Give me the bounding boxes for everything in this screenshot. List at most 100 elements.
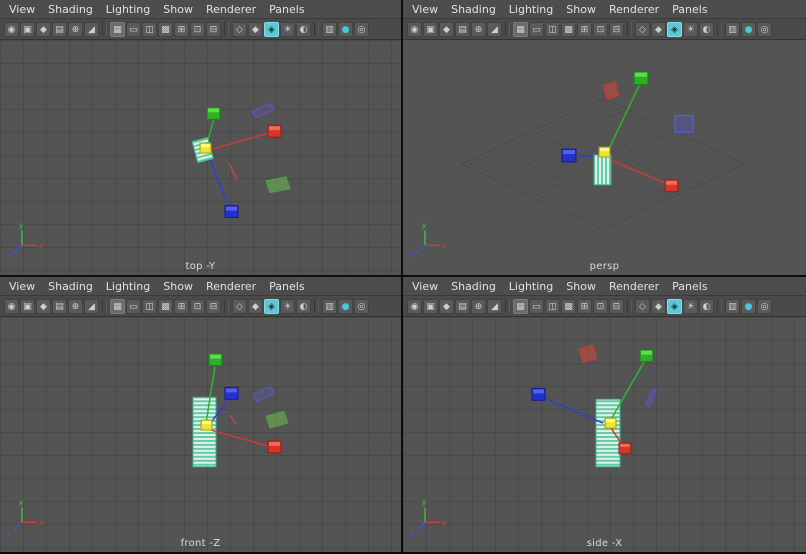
- menu-renderer[interactable]: Renderer: [609, 280, 659, 293]
- blue-cube[interactable]: [224, 386, 239, 400]
- lock-camera-icon[interactable]: ▣: [423, 21, 438, 37]
- isolate-select-icon[interactable]: ◎: [354, 298, 369, 314]
- safe-title-icon[interactable]: ⊟: [609, 21, 624, 37]
- green-connection-line[interactable]: [609, 358, 647, 422]
- default-material-icon[interactable]: ●: [741, 21, 756, 37]
- resolution-gate-icon[interactable]: ◫: [545, 21, 560, 37]
- grease-pencil-icon[interactable]: ◢: [487, 298, 502, 314]
- grease-pencil-icon[interactable]: ◢: [487, 21, 502, 37]
- gate-mask-icon[interactable]: ▩: [158, 298, 173, 314]
- blue-cube[interactable]: [561, 148, 577, 163]
- red-cube[interactable]: [267, 440, 282, 454]
- camera-bookmark-icon[interactable]: ◆: [36, 298, 51, 314]
- yellow-cube[interactable]: [200, 419, 213, 431]
- safe-action-icon[interactable]: ⊡: [593, 298, 608, 314]
- isolate-select-icon[interactable]: ◎: [757, 21, 772, 37]
- safe-action-icon[interactable]: ⊡: [190, 298, 205, 314]
- lights-display-icon[interactable]: ☀: [280, 21, 295, 37]
- resolution-gate-icon[interactable]: ◫: [142, 21, 157, 37]
- red-tick-line[interactable]: [228, 162, 238, 181]
- green-cube[interactable]: [208, 353, 223, 367]
- camera-bookmark-icon[interactable]: ◆: [439, 298, 454, 314]
- red-connection-line[interactable]: [210, 429, 272, 448]
- viewport-side[interactable]: y x z side -X: [403, 317, 806, 552]
- wireframe-display-icon[interactable]: ◇: [232, 21, 247, 37]
- grid-toggle-icon[interactable]: ▦: [513, 298, 528, 314]
- camera-bookmark-icon[interactable]: ◆: [36, 21, 51, 37]
- blue-connection-line[interactable]: [206, 151, 231, 211]
- menu-show[interactable]: Show: [163, 3, 193, 16]
- film-gate-icon[interactable]: ▭: [529, 298, 544, 314]
- yellow-cube[interactable]: [199, 142, 212, 154]
- menu-shading[interactable]: Shading: [451, 280, 496, 293]
- xray-display-icon[interactable]: ▥: [322, 298, 337, 314]
- select-camera-icon[interactable]: ◉: [407, 298, 422, 314]
- menu-renderer[interactable]: Renderer: [206, 3, 256, 16]
- grid-toggle-icon[interactable]: ▦: [110, 298, 125, 314]
- smooth-shade-display-icon[interactable]: ◆: [651, 298, 666, 314]
- menu-shading[interactable]: Shading: [48, 280, 93, 293]
- purple-plane[interactable]: [252, 385, 275, 402]
- menu-view[interactable]: View: [412, 280, 438, 293]
- green-cube[interactable]: [206, 106, 221, 120]
- menu-show[interactable]: Show: [566, 280, 596, 293]
- select-camera-icon[interactable]: ◉: [407, 21, 422, 37]
- select-camera-icon[interactable]: ◉: [4, 21, 19, 37]
- image-plane-icon[interactable]: ▤: [455, 21, 470, 37]
- xray-display-icon[interactable]: ▥: [725, 298, 740, 314]
- pan-zoom-icon[interactable]: ⊕: [471, 21, 486, 37]
- xray-display-icon[interactable]: ▥: [322, 21, 337, 37]
- wireframe-display-icon[interactable]: ◇: [232, 298, 247, 314]
- field-chart-icon[interactable]: ⊞: [174, 21, 189, 37]
- grease-pencil-icon[interactable]: ◢: [84, 298, 99, 314]
- image-plane-icon[interactable]: ▤: [52, 21, 67, 37]
- menu-panels[interactable]: Panels: [672, 280, 707, 293]
- striped-cylinder[interactable]: [593, 154, 612, 186]
- safe-title-icon[interactable]: ⊟: [206, 21, 221, 37]
- menu-lighting[interactable]: Lighting: [106, 280, 150, 293]
- red-plane[interactable]: [578, 344, 598, 364]
- default-material-icon[interactable]: ●: [338, 298, 353, 314]
- pan-zoom-icon[interactable]: ⊕: [68, 21, 83, 37]
- default-material-icon[interactable]: ●: [741, 298, 756, 314]
- xray-display-icon[interactable]: ▥: [725, 21, 740, 37]
- lock-camera-icon[interactable]: ▣: [20, 298, 35, 314]
- red-cube[interactable]: [267, 124, 282, 138]
- field-chart-icon[interactable]: ⊞: [577, 298, 592, 314]
- blue-connection-line[interactable]: [539, 395, 604, 424]
- pan-zoom-icon[interactable]: ⊕: [68, 298, 83, 314]
- gate-mask-icon[interactable]: ▩: [158, 21, 173, 37]
- green-cube[interactable]: [633, 71, 649, 86]
- viewport-canvas-persp[interactable]: y x z: [403, 40, 806, 275]
- textured-display-icon[interactable]: ◈: [264, 21, 279, 37]
- shadows-display-icon[interactable]: ◐: [699, 298, 714, 314]
- red-cube[interactable]: [618, 442, 632, 455]
- safe-title-icon[interactable]: ⊟: [206, 298, 221, 314]
- menu-view[interactable]: View: [412, 3, 438, 16]
- viewport-front[interactable]: y x z front -Z: [0, 317, 401, 552]
- shadows-display-icon[interactable]: ◐: [296, 298, 311, 314]
- viewport-canvas-top[interactable]: y x z: [0, 40, 401, 275]
- gate-mask-icon[interactable]: ▩: [561, 21, 576, 37]
- red-plane[interactable]: [602, 81, 620, 101]
- resolution-gate-icon[interactable]: ◫: [142, 298, 157, 314]
- lock-camera-icon[interactable]: ▣: [423, 298, 438, 314]
- film-gate-icon[interactable]: ▭: [126, 298, 141, 314]
- lights-display-icon[interactable]: ☀: [683, 21, 698, 37]
- purple-plane[interactable]: [645, 387, 657, 407]
- smooth-shade-display-icon[interactable]: ◆: [248, 21, 263, 37]
- field-chart-icon[interactable]: ⊞: [174, 298, 189, 314]
- image-plane-icon[interactable]: ▤: [52, 298, 67, 314]
- safe-title-icon[interactable]: ⊟: [609, 298, 624, 314]
- red-connection-line[interactable]: [212, 131, 272, 150]
- textured-display-icon[interactable]: ◈: [667, 21, 682, 37]
- blue-cube[interactable]: [224, 205, 239, 218]
- film-gate-icon[interactable]: ▭: [529, 21, 544, 37]
- textured-display-icon[interactable]: ◈: [667, 298, 682, 314]
- image-plane-icon[interactable]: ▤: [455, 298, 470, 314]
- field-chart-icon[interactable]: ⊞: [577, 21, 592, 37]
- menu-shading[interactable]: Shading: [48, 3, 93, 16]
- menu-lighting[interactable]: Lighting: [509, 280, 553, 293]
- select-camera-icon[interactable]: ◉: [4, 298, 19, 314]
- wireframe-display-icon[interactable]: ◇: [635, 298, 650, 314]
